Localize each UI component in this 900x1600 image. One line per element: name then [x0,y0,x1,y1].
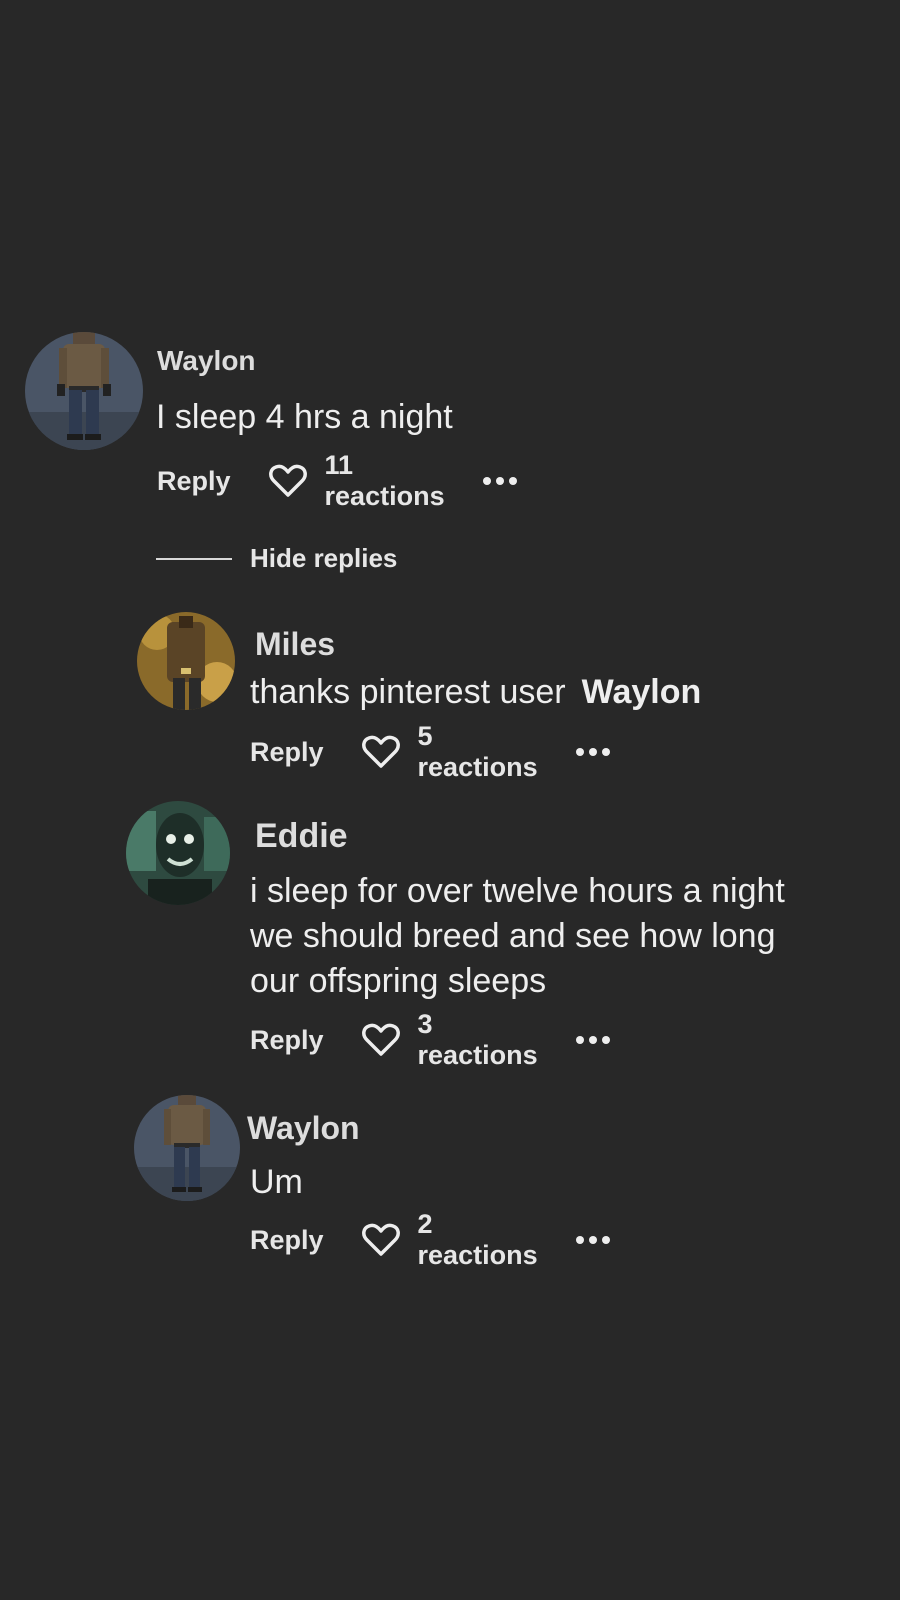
reply-author[interactable]: Eddie [255,817,348,856]
reply-actions: Reply 2 reactions [250,1209,610,1270]
user-mention[interactable]: Waylon [582,673,702,711]
comment-actions: Reply 11 reactions [157,450,517,511]
heart-icon[interactable] [361,735,400,769]
reply-actions: Reply 5 reactions [250,721,610,782]
divider-line [156,557,232,560]
more-options-icon[interactable] [575,1236,610,1244]
avatar-eddie[interactable] [126,801,230,905]
avatar-miles[interactable] [137,612,235,710]
reply-text: thanks pinterest user Waylon [250,673,701,712]
heart-icon[interactable] [361,1023,400,1057]
reactions-count[interactable]: 11 reactions [325,450,445,512]
avatar-waylon[interactable] [134,1095,240,1201]
heart-icon[interactable] [361,1223,400,1257]
reactions-count[interactable]: 2 reactions [418,1209,538,1271]
reply-text-line: we should breed and see how long [250,917,776,955]
comment-text: I sleep 4 hrs a night [156,398,453,436]
reactions-count[interactable]: 3 reactions [418,1009,538,1071]
reply-actions: Reply 3 reactions [250,1009,610,1070]
reply-author[interactable]: Waylon [247,1110,360,1147]
reply-button[interactable]: Reply [250,1025,324,1056]
more-options-icon[interactable] [575,1036,610,1044]
reply-button[interactable]: Reply [250,737,324,768]
more-options-icon[interactable] [482,477,517,485]
heart-icon[interactable] [268,464,307,498]
hide-replies-label: Hide replies [250,543,398,573]
reply-button[interactable]: Reply [157,466,231,497]
more-options-icon[interactable] [575,748,610,756]
reactions-count[interactable]: 5 reactions [418,721,538,783]
comment-author[interactable]: Waylon [157,345,256,377]
reply-text: Um [250,1163,303,1201]
reply-text-content: thanks pinterest user [250,673,566,711]
reply-author[interactable]: Miles [255,626,335,663]
reply-text-line: i sleep for over twelve hours a night [250,872,785,910]
avatar-waylon[interactable] [25,332,143,450]
reply-button[interactable]: Reply [250,1225,324,1256]
hide-replies-button[interactable]: Hide replies [156,543,397,574]
reply-text-line: our offspring sleeps [250,962,547,1000]
